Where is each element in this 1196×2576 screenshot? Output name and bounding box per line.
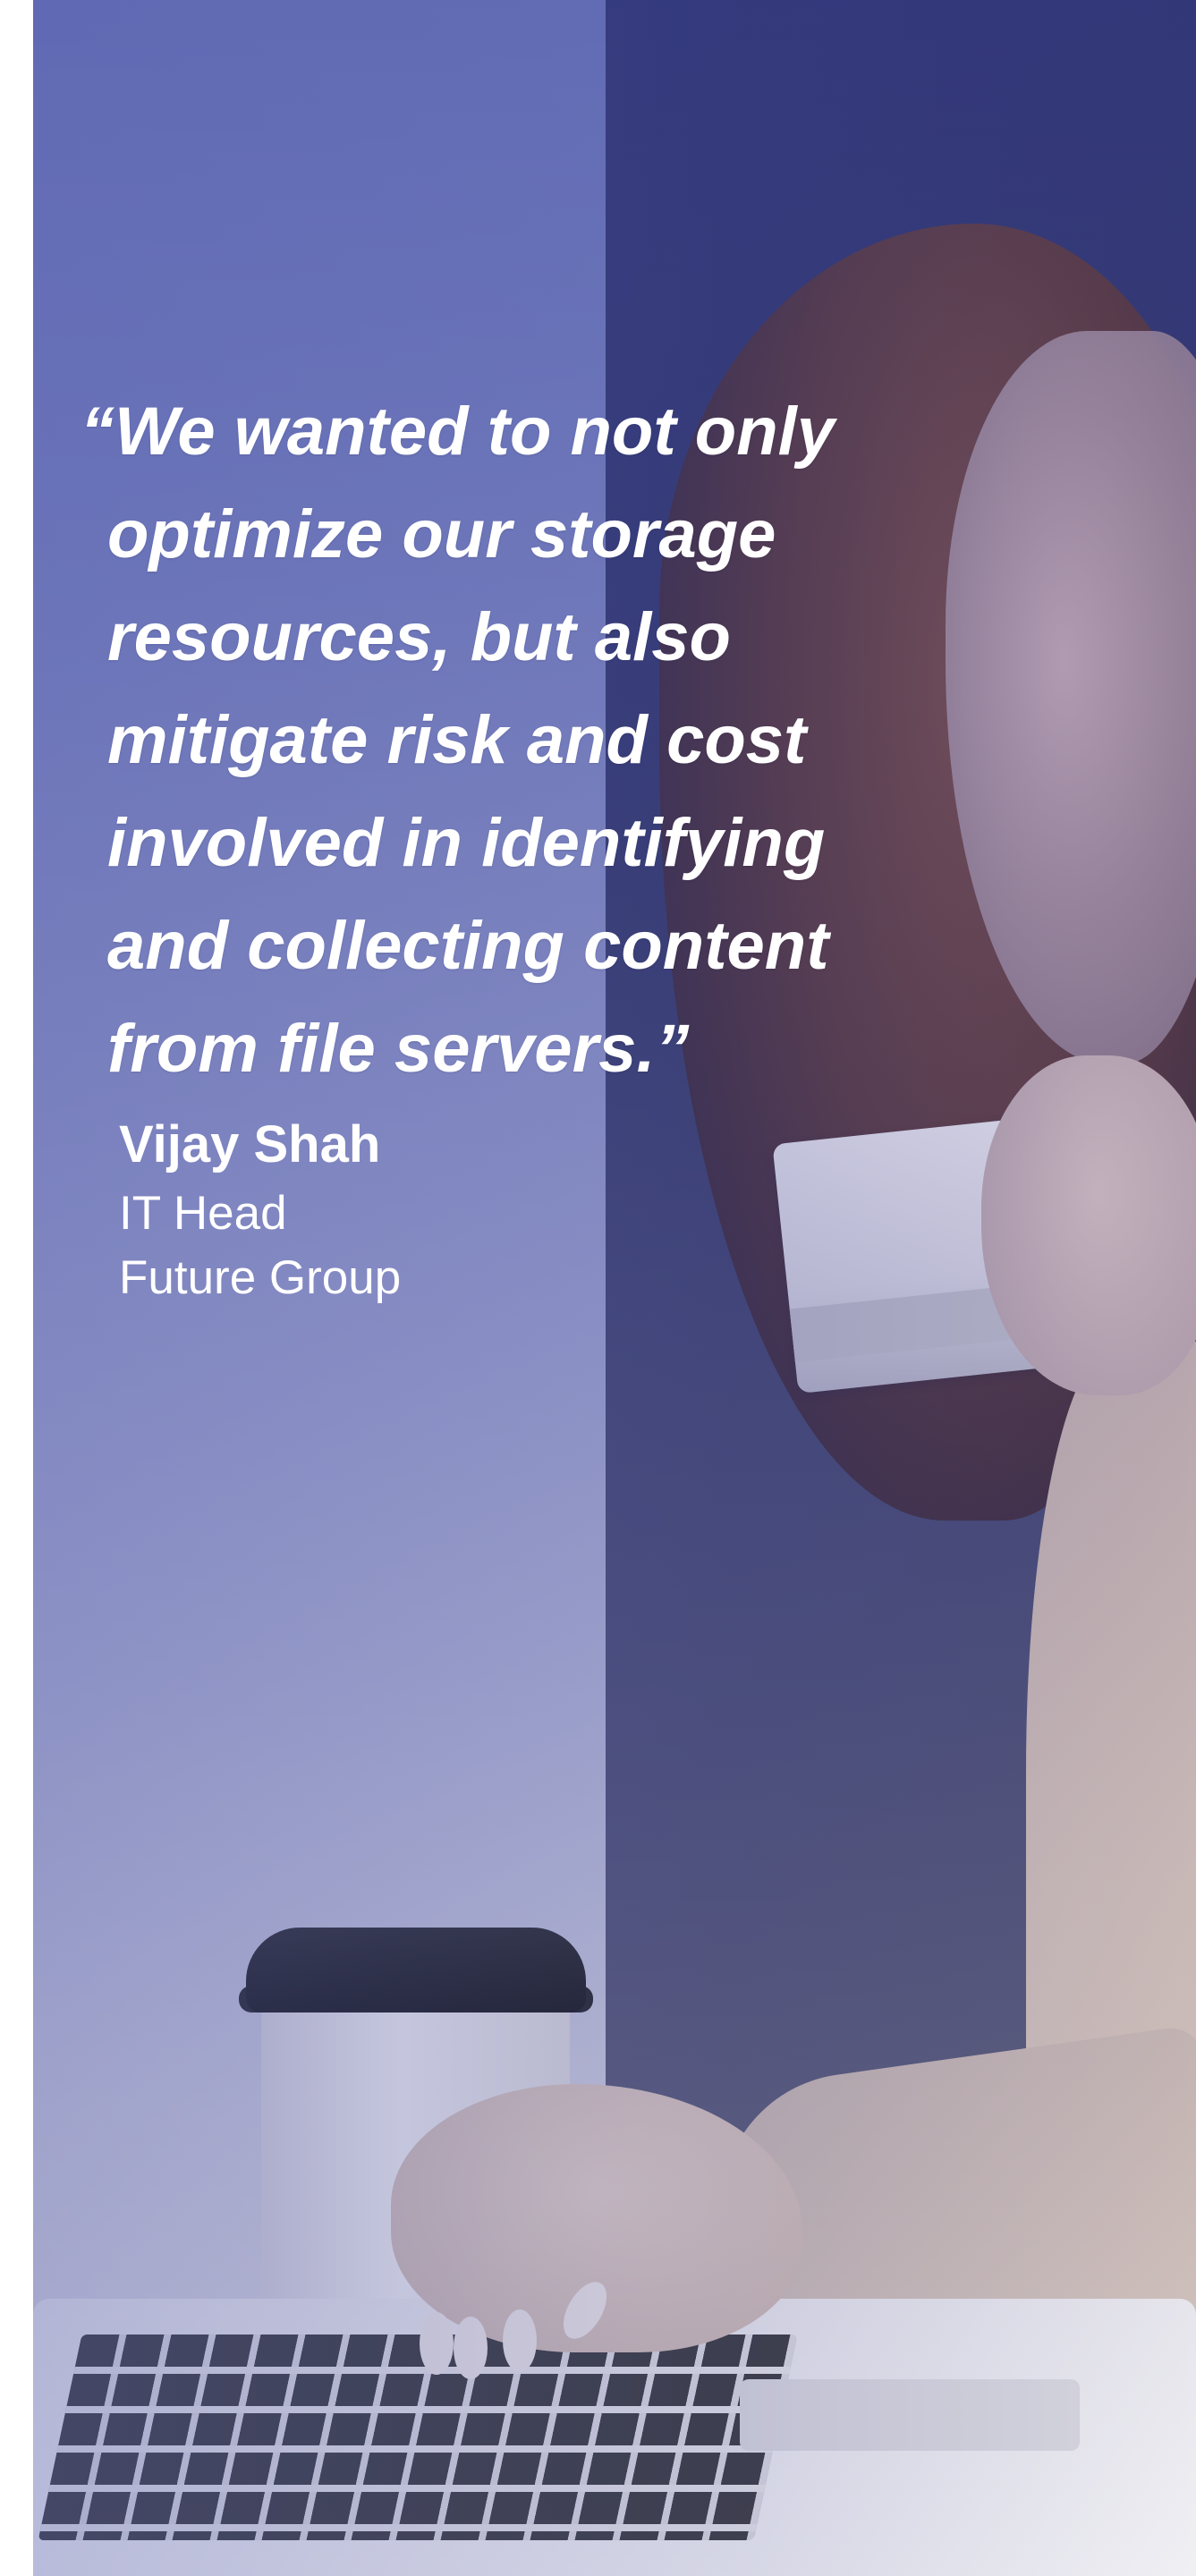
- left-margin-strip: [0, 0, 33, 2576]
- author-title: IT Head: [119, 1187, 287, 1240]
- author-company: Future Group: [119, 1251, 402, 1304]
- quote-line: “We wanted to not only: [81, 394, 836, 470]
- quote-line: and collecting content: [107, 908, 829, 984]
- quote-line: from file servers.”: [107, 1011, 690, 1087]
- quote-line: optimize our storage: [107, 496, 776, 572]
- author-name: Vijay Shah: [119, 1115, 381, 1174]
- quote-line: mitigate risk and cost: [107, 702, 807, 778]
- testimonial-quote: “We wanted to not only optimize our stor…: [81, 380, 993, 1100]
- quote-line: involved in identifying: [107, 805, 826, 881]
- quote-line: resources, but also: [107, 599, 731, 675]
